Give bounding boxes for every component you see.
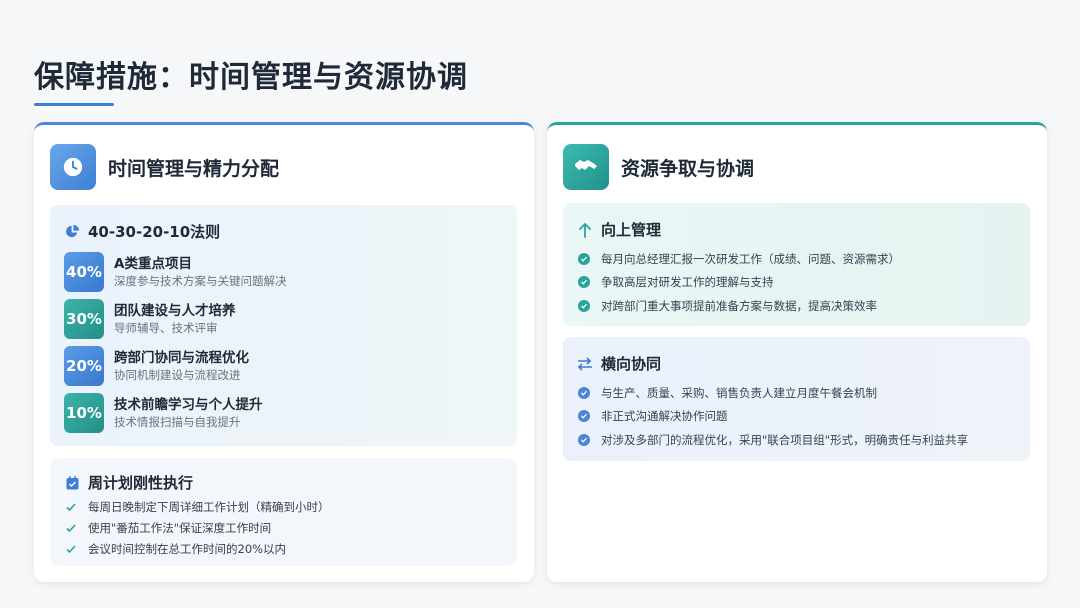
horizontal-coordination-list: 与生产、质量、采购、销售负责人建立月度午餐会机制 非正式沟通解决协作问题 对涉及… bbox=[577, 381, 968, 452]
list-item: 每月向总经理汇报一次研发工作（成绩、问题、资源需求） bbox=[577, 247, 900, 271]
rule-name: 技术前瞻学习与个人提升 bbox=[114, 397, 263, 413]
time-management-header: 时间管理与精力分配 bbox=[50, 143, 279, 191]
list-item: 会议时间控制在总工作时间的20%以内 bbox=[64, 538, 330, 559]
resource-coordination-header: 资源争取与协调 bbox=[563, 143, 754, 191]
rule-panel: 40-30-20-10法则 40% A类重点项目 深度参与技术方案与关键问题解决… bbox=[50, 205, 517, 446]
rule-desc: 导师辅导、技术评审 bbox=[114, 321, 218, 335]
horizontal-coordination-panel: 横向协同 与生产、质量、采购、销售负责人建立月度午餐会机制 非正式沟通解决协作问… bbox=[563, 337, 1030, 461]
clock-icon bbox=[50, 144, 96, 190]
arrow-up-icon bbox=[577, 222, 593, 238]
horizontal-coordination-heading-text: 横向协同 bbox=[601, 355, 662, 373]
page-title: 保障措施：时间管理与资源协调 bbox=[34, 60, 468, 95]
check-circle-icon bbox=[578, 276, 590, 289]
week-plan-heading-text: 周计划刚性执行 bbox=[88, 474, 194, 492]
pie-chart-icon bbox=[64, 224, 80, 240]
rule-desc: 深度参与技术方案与关键问题解决 bbox=[114, 274, 287, 288]
week-plan-heading: 周计划刚性执行 bbox=[64, 472, 193, 493]
check-circle-icon bbox=[578, 386, 590, 399]
week-plan-list: 每周日晚制定下周详细工作计划（精确到小时） 使用"番茄工作法"保证深度工作时间 … bbox=[64, 496, 330, 559]
list-item: 与生产、质量、采购、销售负责人建立月度午餐会机制 bbox=[577, 381, 968, 405]
time-management-card: 时间管理与精力分配 40-30-20-10法则 40% A类重点项目 深度参与技… bbox=[34, 122, 534, 582]
rule-heading: 40-30-20-10法则 bbox=[64, 221, 220, 242]
list-item: 对跨部门重大事项提前准备方案与数据，提高决策效率 bbox=[577, 294, 900, 318]
rule-desc: 协同机制建设与流程改进 bbox=[114, 368, 241, 382]
rule-percent-badge: 10% bbox=[64, 393, 104, 433]
list-item: 对涉及多部门的流程优化，采用"联合项目组"形式，明确责任与利益共享 bbox=[577, 428, 968, 452]
list-item: 使用"番茄工作法"保证深度工作时间 bbox=[64, 517, 330, 538]
list-item: 争取高层对研发工作的理解与支持 bbox=[577, 271, 900, 295]
upward-management-heading: 向上管理 bbox=[577, 219, 661, 240]
time-management-title: 时间管理与精力分配 bbox=[108, 157, 280, 180]
check-icon bbox=[64, 542, 78, 556]
check-circle-icon bbox=[578, 299, 590, 312]
upward-management-heading-text: 向上管理 bbox=[601, 221, 662, 239]
rule-item: 20% 跨部门协同与流程优化 协同机制建设与流程改进 bbox=[64, 345, 249, 387]
check-circle-icon bbox=[578, 410, 590, 423]
upward-management-panel: 向上管理 每月向总经理汇报一次研发工作（成绩、问题、资源需求） 争取高层对研发工… bbox=[563, 203, 1030, 326]
check-icon bbox=[64, 500, 78, 514]
rule-name: A类重点项目 bbox=[114, 256, 192, 272]
resource-coordination-card: 资源争取与协调 向上管理 每月向总经理汇报一次研发工作（成绩、问题、资源需求） … bbox=[547, 122, 1047, 582]
title-underline bbox=[34, 103, 114, 106]
rule-name: 团队建设与人才培养 bbox=[114, 303, 236, 319]
resource-coordination-title: 资源争取与协调 bbox=[621, 157, 755, 180]
rule-heading-text: 40-30-20-10法则 bbox=[88, 223, 221, 241]
rule-desc: 技术情报扫描与自我提升 bbox=[114, 415, 241, 429]
upward-management-list: 每月向总经理汇报一次研发工作（成绩、问题、资源需求） 争取高层对研发工作的理解与… bbox=[577, 247, 900, 318]
handshake-icon bbox=[563, 144, 609, 190]
check-circle-icon bbox=[578, 252, 590, 265]
calendar-check-icon bbox=[64, 475, 80, 491]
rule-name: 跨部门协同与流程优化 bbox=[114, 350, 249, 366]
list-item: 非正式沟通解决协作问题 bbox=[577, 405, 968, 429]
check-circle-icon bbox=[578, 433, 590, 446]
horizontal-coordination-heading: 横向协同 bbox=[577, 353, 661, 374]
rule-percent-badge: 20% bbox=[64, 346, 104, 386]
rule-item: 30% 团队建设与人才培养 导师辅导、技术评审 bbox=[64, 298, 236, 340]
swap-arrows-icon bbox=[577, 356, 593, 372]
rule-item: 10% 技术前瞻学习与个人提升 技术情报扫描与自我提升 bbox=[64, 392, 263, 434]
rule-percent-badge: 30% bbox=[64, 299, 104, 339]
rule-percent-badge: 40% bbox=[64, 252, 104, 292]
list-item: 每周日晚制定下周详细工作计划（精确到小时） bbox=[64, 496, 330, 517]
rule-item: 40% A类重点项目 深度参与技术方案与关键问题解决 bbox=[64, 251, 287, 293]
week-plan-panel: 周计划刚性执行 每周日晚制定下周详细工作计划（精确到小时） 使用"番茄工作法"保… bbox=[50, 458, 517, 566]
check-icon bbox=[64, 521, 78, 535]
